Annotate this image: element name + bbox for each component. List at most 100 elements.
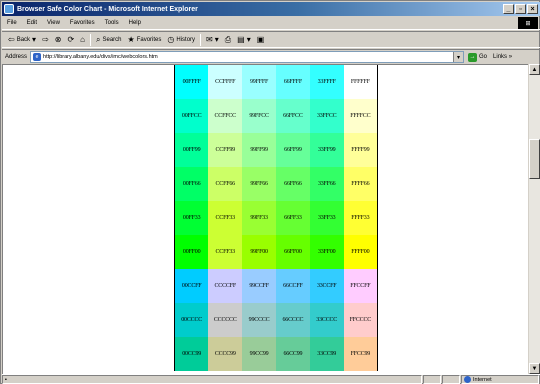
color-swatch: 33FFCC [309, 99, 344, 133]
toolbar-separator [200, 33, 202, 46]
address-url: http://library.albany.edu/divs/imc/webco… [43, 54, 158, 60]
color-swatch: 33CCCC [309, 303, 344, 337]
refresh-icon: ⟳ [67, 34, 75, 44]
color-swatch: CCFF33 [208, 201, 243, 235]
mail-button[interactable]: ✉ ▾ [203, 33, 222, 47]
color-swatch: 00CCCC [174, 303, 209, 337]
edit-button[interactable]: ▤ ▾ [234, 33, 254, 47]
color-swatch: 33FF99 [309, 133, 344, 167]
search-button[interactable]: ⌕ Search [93, 33, 125, 47]
close-button[interactable]: × [527, 4, 538, 14]
discuss-button[interactable]: ▣ [254, 33, 268, 47]
search-label: Search [102, 36, 122, 43]
color-swatch: 99FF00 [242, 235, 276, 269]
address-dropdown-icon[interactable]: ▾ [453, 52, 464, 62]
discuss-icon: ▣ [256, 34, 265, 44]
color-swatch: 00CCFF [174, 269, 209, 303]
stop-button[interactable]: ⊗ [52, 33, 65, 47]
back-button[interactable]: ⇦ Back ▾ [5, 33, 39, 47]
history-label: History [176, 36, 196, 43]
menu-view[interactable]: View [42, 20, 65, 26]
color-swatch: CCFFCC [208, 99, 243, 133]
color-swatch: 66FFCC [275, 99, 310, 133]
favorites-button[interactable]: ★ Favorites [125, 33, 165, 47]
color-swatch: 00FFCC [174, 99, 209, 133]
go-button[interactable]: → Go [468, 52, 487, 62]
minimize-button[interactable]: _ [503, 4, 514, 14]
internet-zone-icon [464, 376, 471, 383]
back-dropdown-icon[interactable]: ▾ [32, 35, 36, 44]
color-swatch: 00FF33 [174, 201, 209, 235]
refresh-button[interactable]: ⟳ [64, 33, 77, 47]
color-chart-table: 00FFFF CCFFFF 99FFFF 66FFFF 33FFFF FFFFFF 00FF… [174, 65, 378, 371]
ie-icon [4, 4, 14, 14]
forward-button[interactable]: ⇨ [39, 33, 52, 47]
menu-edit[interactable]: Edit [22, 20, 42, 26]
go-arrow-icon: → [468, 52, 478, 62]
menu-file[interactable]: File [2, 20, 22, 26]
edit-icon: ▤ [237, 34, 245, 44]
window-title: Browser Safe Color Chart - Microsoft Int… [17, 5, 198, 13]
search-icon: ⌕ [96, 34, 101, 44]
color-swatch: CCCCCC [208, 303, 243, 337]
color-swatch: 33FF66 [309, 167, 344, 201]
scroll-thumb[interactable] [529, 139, 540, 179]
vertical-scrollbar[interactable]: ▲ ▼ [528, 64, 540, 374]
forward-arrow-icon: ⇨ [42, 34, 49, 44]
scroll-down-icon[interactable]: ▼ [529, 363, 540, 374]
zone-label: Internet [473, 376, 492, 383]
history-button[interactable]: ◷ History [164, 33, 198, 47]
address-bar: Address e http://library.albany.edu/divs… [2, 49, 540, 64]
color-row: 00CCFF CCCCFF 99CCFF 66CCFF 33CCFF FFCCFF [174, 269, 378, 303]
security-zone-pane: Internet [461, 375, 539, 384]
color-swatch: 33FFFF [309, 65, 344, 99]
menu-bar: File Edit View Favorites Tools Help ⊞ [2, 17, 540, 30]
color-swatch: 99CCFF [242, 269, 276, 303]
scroll-up-icon[interactable]: ▲ [529, 64, 540, 75]
color-swatch: 33CCFF [309, 269, 344, 303]
status-text-pane: ▪ [2, 375, 422, 384]
color-swatch: 99CCCC [242, 303, 276, 337]
links-label: Links [493, 54, 508, 60]
links-button[interactable]: Links » [493, 54, 512, 60]
maximize-button[interactable]: ▫ [515, 4, 526, 14]
page-icon: e [33, 53, 42, 61]
color-swatch: 99FF33 [242, 201, 276, 235]
status-page-icon: ▪ [5, 376, 7, 383]
color-swatch: FFFF99 [343, 133, 378, 167]
color-swatch: 66FF66 [275, 167, 310, 201]
color-row: 00FF99 CCFF99 99FF99 66FF99 33FF99 FFFF99 [174, 133, 378, 167]
toolbar-separator [90, 33, 92, 46]
favorites-icon: ★ [127, 34, 135, 44]
home-button[interactable]: ⌂ [77, 33, 88, 47]
color-row: 00CC99 CCCC99 99CC99 66CC99 33CC99 FFCC99 [174, 337, 378, 371]
address-input[interactable]: e http://library.albany.edu/divs/imc/web… [30, 51, 465, 63]
edit-dropdown-icon: ▾ [246, 34, 251, 44]
color-swatch: CCFF33 [208, 235, 243, 269]
menu-help[interactable]: Help [124, 20, 146, 26]
color-swatch: CCCCFF [208, 269, 243, 303]
title-bar: Browser Safe Color Chart - Microsoft Int… [2, 2, 540, 16]
print-icon: ⎙ [224, 34, 232, 44]
browser-window: Browser Safe Color Chart - Microsoft Int… [0, 0, 540, 384]
color-swatch: 33FF33 [309, 201, 344, 235]
color-row: 00FFFF CCFFFF 99FFFF 66FFFF 33FFFF FFFFFF [174, 65, 378, 99]
print-button[interactable]: ⎙ [222, 33, 234, 47]
color-row: 00FF66 CCFF66 99FF66 66FF66 33FF66 FFFF66 [174, 167, 378, 201]
color-swatch: FFFF66 [343, 167, 378, 201]
color-swatch: 00FF99 [174, 133, 209, 167]
color-swatch: 66FFFF [275, 65, 310, 99]
color-swatch: CCCC99 [208, 337, 243, 371]
color-row: 00FFCC CCFFCC 99FFCC 66FFCC 33FFCC FFFFCC [174, 99, 378, 133]
color-swatch: FFFF00 [343, 235, 378, 269]
back-arrow-icon: ⇦ [8, 34, 15, 44]
color-swatch: FFFFCC [343, 99, 378, 133]
status-pane [442, 375, 460, 384]
color-swatch: 99FFCC [242, 99, 276, 133]
color-swatch: CCFF99 [208, 133, 243, 167]
menu-tools[interactable]: Tools [100, 20, 124, 26]
color-swatch: FFCCFF [343, 269, 378, 303]
menu-favorites[interactable]: Favorites [65, 20, 100, 26]
history-icon: ◷ [167, 34, 175, 44]
color-swatch: 66FF33 [275, 201, 310, 235]
